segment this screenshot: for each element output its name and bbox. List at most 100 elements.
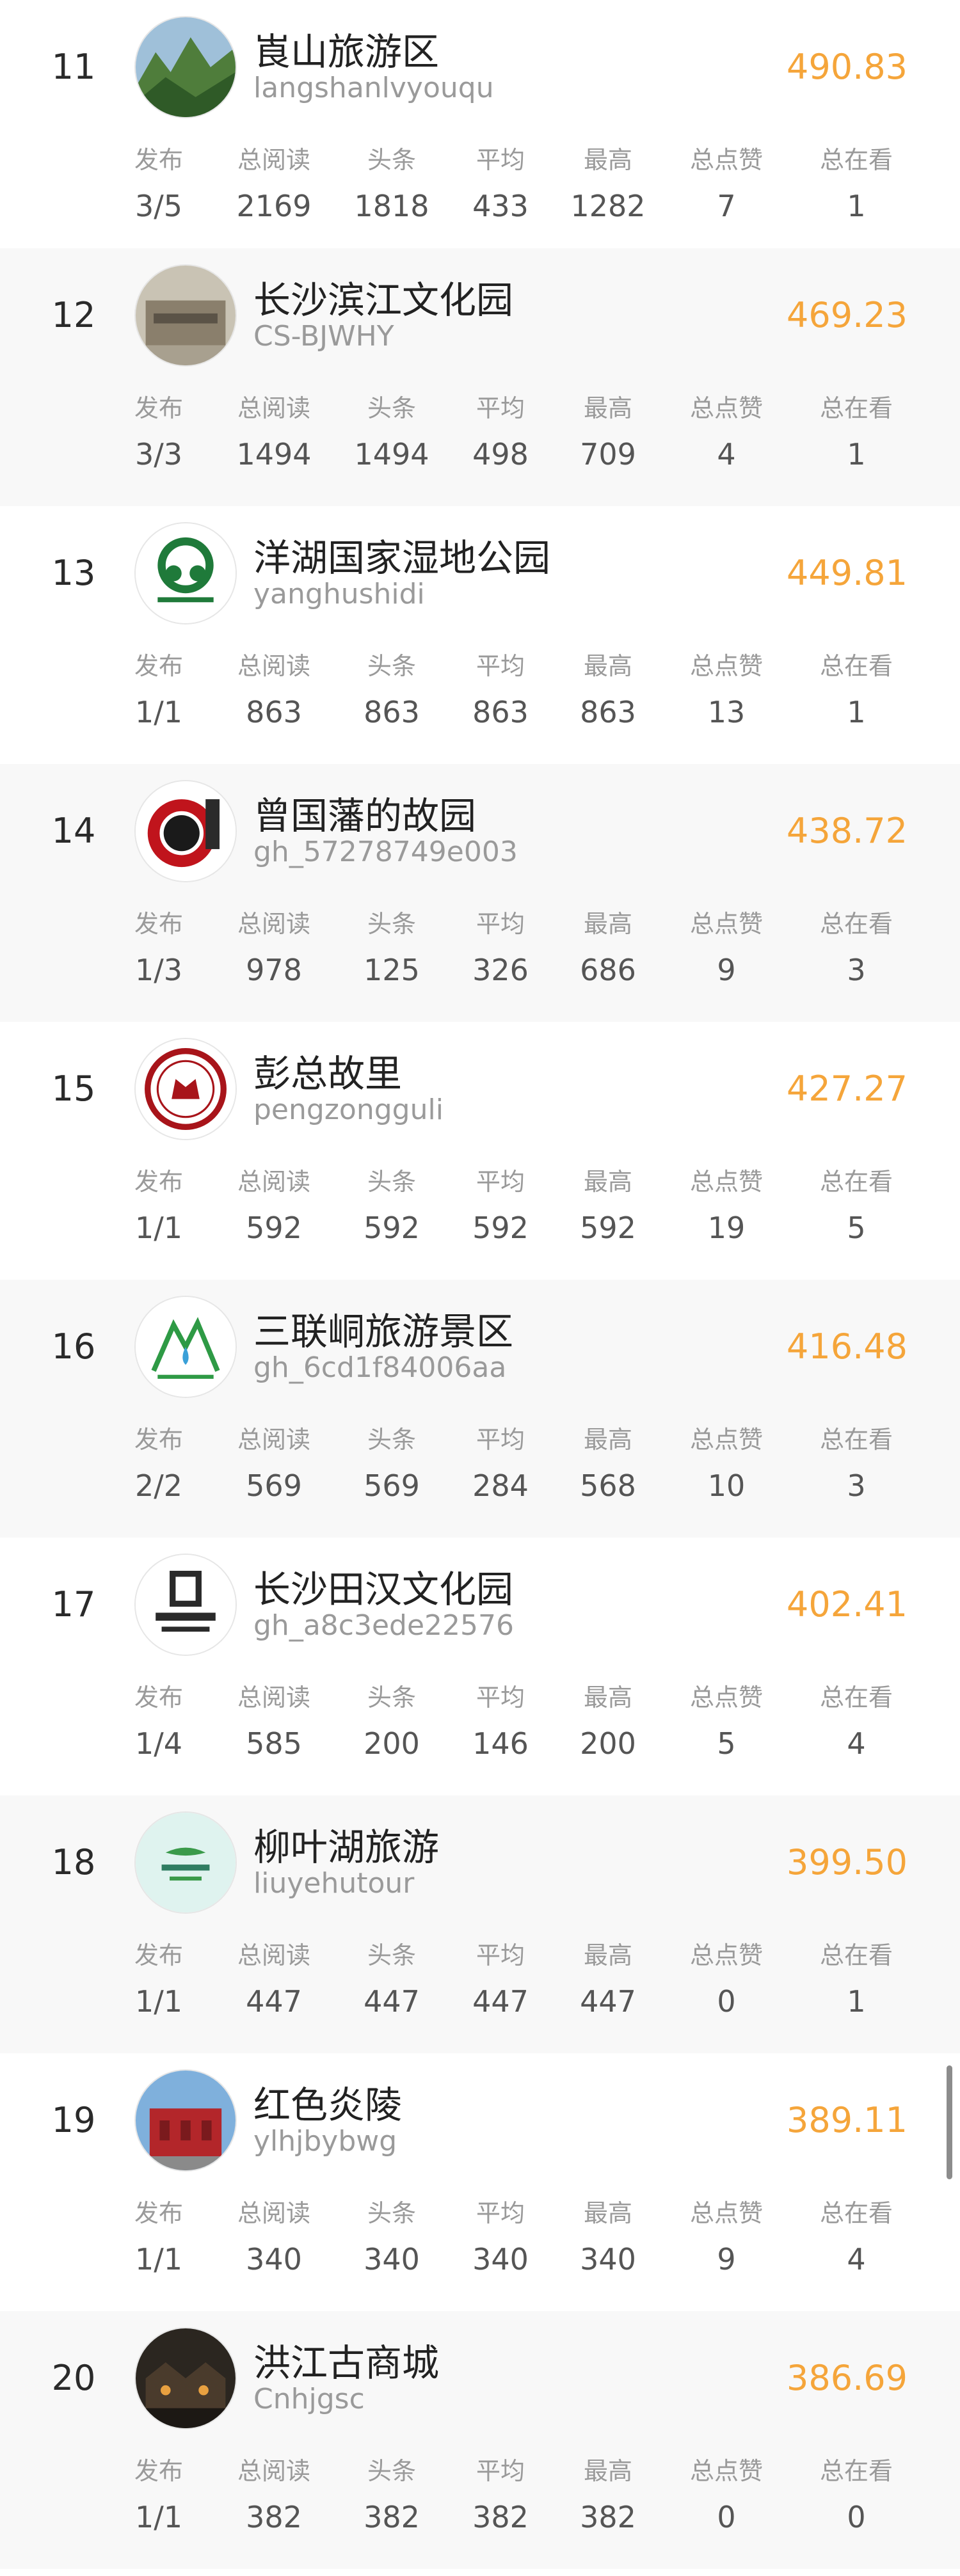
ranking-list: 11 崀山旅游区 langshanlvyouqu 490.83 发布 3/5 总阅… <box>0 0 960 2569</box>
account-name[interactable]: 崀山旅游区 <box>253 22 439 76</box>
lake-logo-icon[interactable] <box>134 1811 237 1914</box>
list-item[interactable]: 13 洋湖国家湿地公园 yanghushidi 449.81 发布 1/1 总阅读… <box>0 506 960 764</box>
stat-value: 592 <box>472 1211 529 1245</box>
list-item[interactable]: 11 崀山旅游区 langshanlvyouqu 490.83 发布 3/5 总阅… <box>0 0 960 248</box>
stat-value: 569 <box>364 1468 420 1503</box>
stat-value: 5 <box>847 1211 866 1245</box>
stat-value: 4 <box>717 437 736 472</box>
stats-grid: 发布 2/2 总阅读 569 头条 569 平均 284 最高 568 总点赞 10 总在看… <box>102 1422 909 1518</box>
rank-number: 12 <box>51 295 96 335</box>
old-town-night-icon[interactable] <box>134 2327 237 2429</box>
stat-value: 382 <box>580 2500 636 2534</box>
stat-headline: 头条 1818 <box>334 142 449 230</box>
stat-publish: 发布 1/1 <box>101 1164 216 1252</box>
stat-value: 1/3 <box>134 953 183 987</box>
stat-likes: 总点赞 7 <box>669 142 784 230</box>
score-value: 399.50 <box>787 1842 908 1882</box>
scrollbar-thumb[interactable] <box>947 2065 952 2179</box>
list-item[interactable]: 20 洪江古商城 Cnhjgsc 386.69 发布 1/1 总阅读 382 头条 3… <box>0 2311 960 2569</box>
red-circle-logo-icon[interactable] <box>134 780 237 882</box>
score-value: 386.69 <box>787 2358 908 2398</box>
stat-label: 总阅读 <box>237 1426 310 1454</box>
stat-value: 146 <box>472 1726 529 1761</box>
stat-value: 447 <box>364 1984 420 2019</box>
list-item[interactable]: 12 长沙滨江文化园 CS-BJWHY 469.23 发布 3/3 总阅读 1494… <box>0 248 960 506</box>
account-name[interactable]: 红色炎陵 <box>253 2075 402 2129</box>
green-mountain-logo-icon[interactable] <box>134 1296 237 1398</box>
stat-label: 最高 <box>583 394 632 422</box>
stat-average: 平均 146 <box>443 1680 558 1768</box>
stat-value: 340 <box>364 2242 420 2277</box>
stat-label: 发布 <box>134 652 183 680</box>
stat-value: 592 <box>364 1211 420 1245</box>
stat-label: 总点赞 <box>689 1683 763 1712</box>
stat-value: 1/1 <box>134 695 183 729</box>
stat-value: 1494 <box>236 437 312 472</box>
list-item[interactable]: 14 曾国藩的故园 gh_57278749e003 438.72 发布 1/3 总… <box>0 764 960 1022</box>
mountain-landscape-icon[interactable] <box>134 16 237 118</box>
stat-label: 平均 <box>476 1941 525 1969</box>
stat-value: 340 <box>246 2242 302 2277</box>
stat-label: 总在看 <box>819 1168 893 1196</box>
stat-label: 平均 <box>476 394 525 422</box>
account-id: yanghushidi <box>253 578 425 610</box>
stat-total-reads: 总阅读 447 <box>216 1937 332 2026</box>
stat-label: 总点赞 <box>689 394 763 422</box>
scenic-seal-logo-icon[interactable] <box>134 1038 237 1140</box>
stat-likes: 总点赞 13 <box>669 648 784 736</box>
stat-value: 200 <box>580 1726 636 1761</box>
stat-label: 发布 <box>134 910 183 938</box>
stat-value: 200 <box>364 1726 420 1761</box>
stat-label: 总在看 <box>819 910 893 938</box>
stat-headline: 头条 200 <box>334 1680 449 1768</box>
list-item[interactable]: 15 彭总故里 pengzongguli 427.27 发布 1/1 总阅读 592… <box>0 1022 960 1280</box>
stat-likes: 总点赞 10 <box>669 1422 784 1510</box>
stat-label: 平均 <box>476 1168 525 1196</box>
stat-value: 382 <box>246 2500 302 2534</box>
stat-value: 3/5 <box>134 189 183 223</box>
stat-publish: 发布 1/1 <box>101 2453 216 2541</box>
account-name[interactable]: 彭总故里 <box>253 1044 402 1097</box>
list-item[interactable]: 19 红色炎陵 ylhjbybwg 389.11 发布 1/1 总阅读 340 头条… <box>0 2053 960 2311</box>
account-name[interactable]: 洪江古商城 <box>253 2333 439 2387</box>
stat-publish: 发布 2/2 <box>101 1422 216 1510</box>
stat-value: 709 <box>580 437 636 472</box>
stats-grid: 发布 1/4 总阅读 585 头条 200 平均 146 最高 200 总点赞 5 总在看 4 <box>102 1680 909 1776</box>
stat-value: 863 <box>246 695 302 729</box>
stat-label: 平均 <box>476 1426 525 1454</box>
stat-label: 最高 <box>583 652 632 680</box>
stat-label: 最高 <box>583 1426 632 1454</box>
stat-max: 最高 200 <box>550 1680 666 1768</box>
stat-total-reads: 总阅读 340 <box>216 2195 332 2284</box>
stat-label: 总在看 <box>819 2199 893 2227</box>
stat-value: 863 <box>472 695 529 729</box>
stat-value: 568 <box>580 1468 636 1503</box>
stat-publish: 发布 1/3 <box>101 906 216 994</box>
stat-total-reads: 总阅读 978 <box>216 906 332 994</box>
stat-value: 0 <box>717 2500 736 2534</box>
account-name[interactable]: 曾国藩的故园 <box>253 786 476 839</box>
list-item[interactable]: 16 三联峒旅游景区 gh_6cd1f84006aa 416.48 发布 2/2 … <box>0 1280 960 1538</box>
account-name[interactable]: 长沙田汉文化园 <box>253 1559 513 1613</box>
stat-value: 863 <box>364 695 420 729</box>
stat-label: 头条 <box>367 2457 416 2485</box>
stat-label: 总在看 <box>819 2457 893 2485</box>
stat-watching: 总在看 1 <box>799 142 914 230</box>
account-name[interactable]: 三联峒旅游景区 <box>253 1301 513 1355</box>
building-facade-icon[interactable] <box>134 264 237 367</box>
tianhan-logo-icon[interactable] <box>134 1554 237 1656</box>
stat-label: 头条 <box>367 1168 416 1196</box>
stat-value: 1282 <box>570 189 646 223</box>
stats-grid: 发布 1/1 总阅读 592 头条 592 平均 592 最高 592 总点赞 19 总在看… <box>102 1164 909 1260</box>
account-id: CS-BJWHY <box>253 320 394 353</box>
stat-value: 498 <box>472 437 529 472</box>
list-item[interactable]: 17 长沙田汉文化园 gh_a8c3ede22576 402.41 发布 1/4 … <box>0 1538 960 1795</box>
list-item[interactable]: 18 柳叶湖旅游 liuyehutour 399.50 发布 1/1 总阅读 447… <box>0 1795 960 2053</box>
account-name[interactable]: 柳叶湖旅游 <box>253 1817 439 1871</box>
red-museum-icon[interactable] <box>134 2069 237 2172</box>
account-name[interactable]: 洋湖国家湿地公园 <box>253 528 550 582</box>
wetland-logo-icon[interactable] <box>134 522 237 624</box>
stat-likes: 总点赞 5 <box>669 1680 784 1768</box>
rank-number: 14 <box>51 811 96 851</box>
account-name[interactable]: 长沙滨江文化园 <box>253 270 513 324</box>
